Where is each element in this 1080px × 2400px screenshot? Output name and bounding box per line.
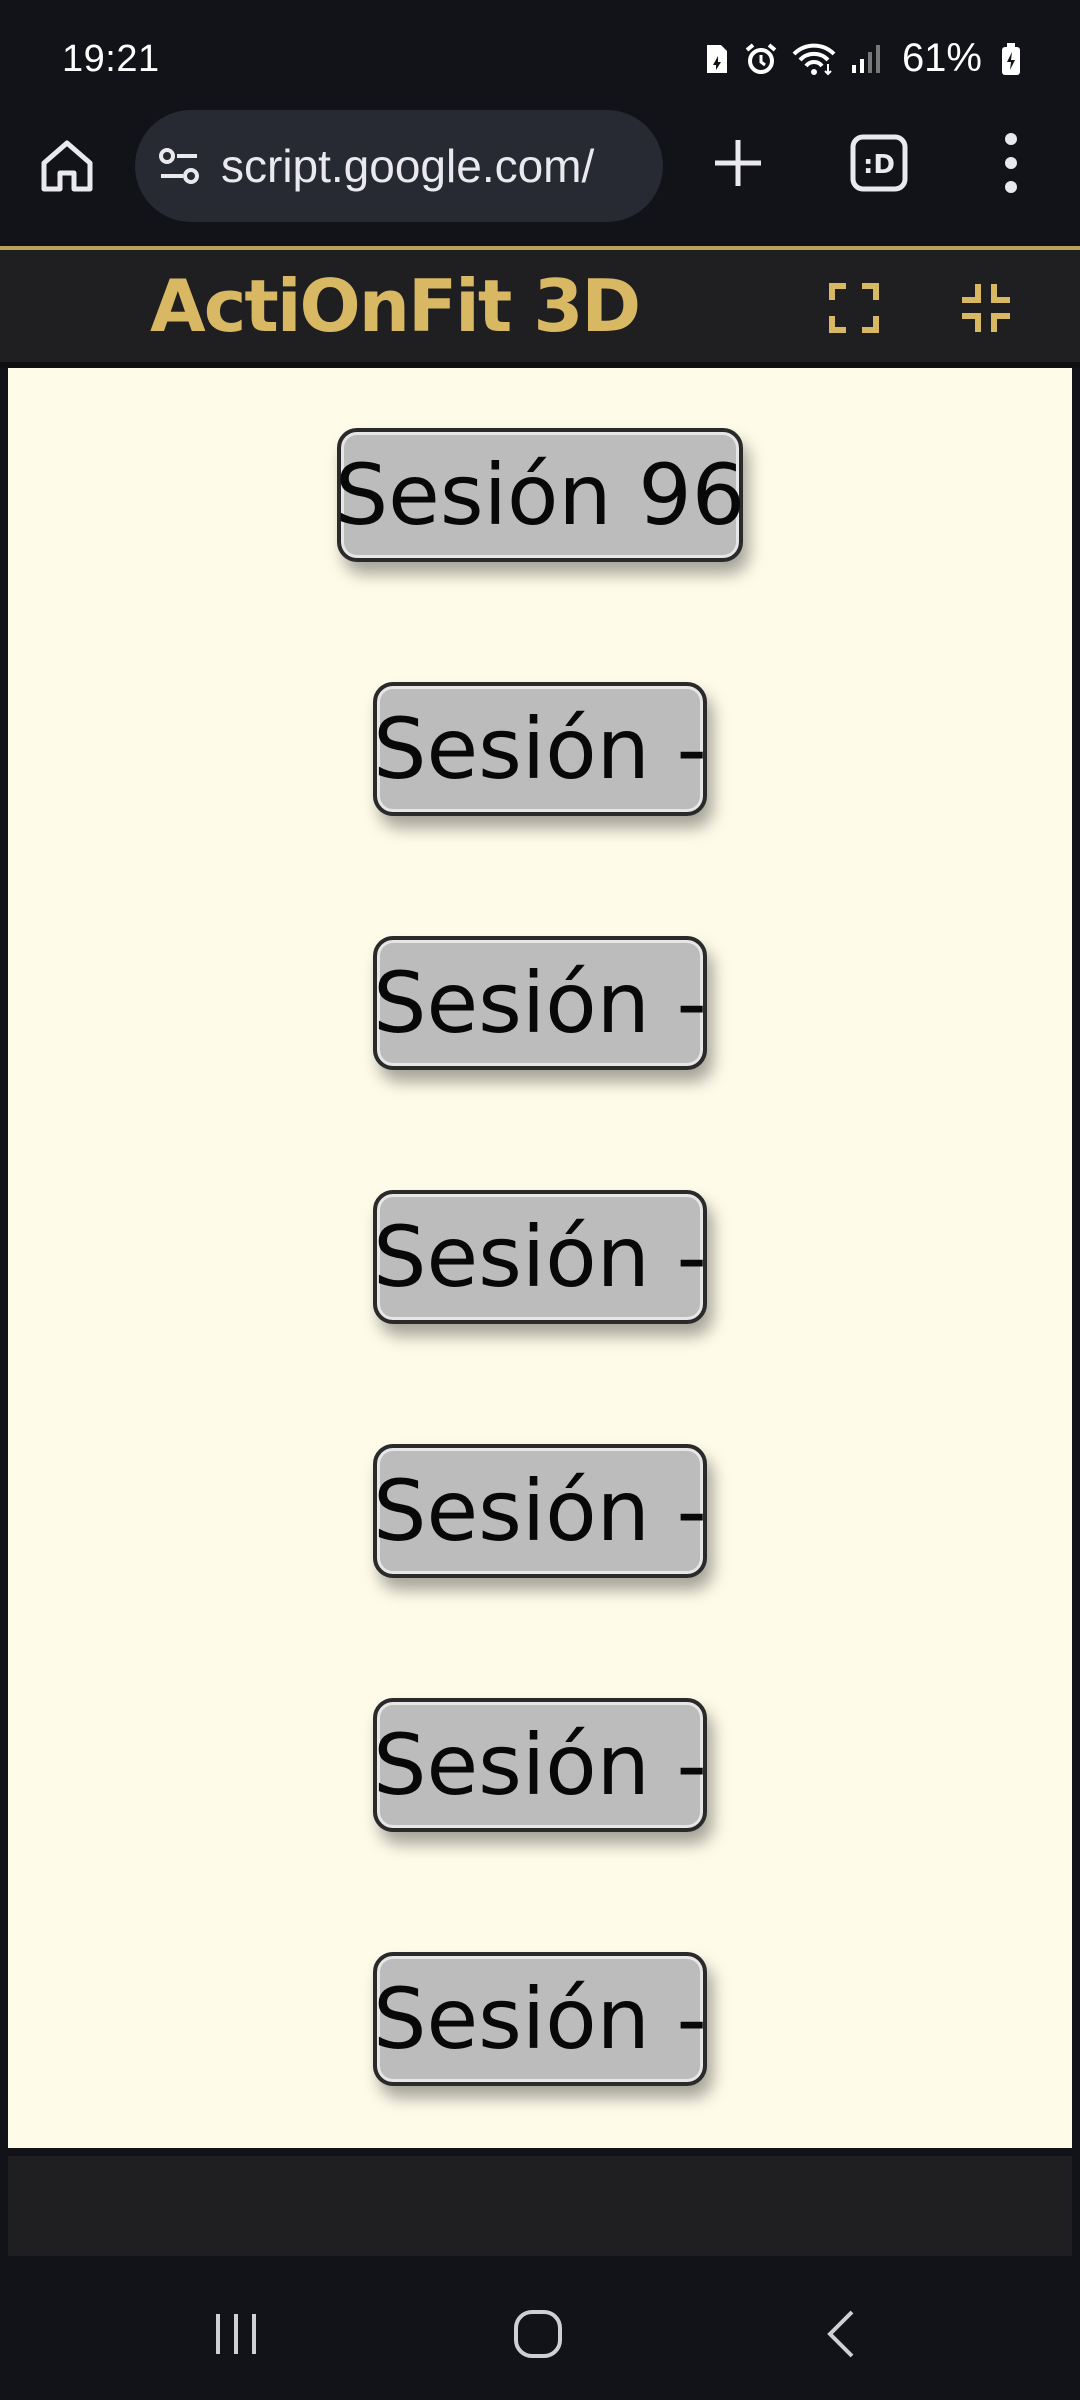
exit-fullscreen-icon <box>962 284 1010 332</box>
status-time: 19:21 <box>62 38 160 80</box>
tabs-icon: :D <box>850 134 908 192</box>
browser-home-button[interactable] <box>36 135 98 197</box>
session-button-5[interactable]: Sesión - <box>373 1444 707 1578</box>
exit-fullscreen-button[interactable] <box>958 280 1014 336</box>
tab-count: :D <box>863 150 895 180</box>
plus-icon <box>715 140 761 186</box>
app-header: ActiOnFit 3D <box>0 250 1080 362</box>
browser-menu-button[interactable] <box>986 130 1036 196</box>
session-button-7[interactable]: Sesión - <box>373 1952 707 2086</box>
back-icon <box>827 2310 854 2358</box>
footer-panel <box>8 2156 1072 2256</box>
site-settings-icon[interactable] <box>157 144 201 188</box>
system-home-button[interactable] <box>508 2304 568 2364</box>
fullscreen-button[interactable] <box>826 280 882 336</box>
session-button-3[interactable]: Sesión - <box>373 936 707 1070</box>
more-menu-icon <box>1005 133 1017 193</box>
home-icon <box>41 140 93 192</box>
sim-icon <box>704 43 730 75</box>
alarm-icon <box>744 42 778 76</box>
signal-icon <box>850 43 882 75</box>
status-bar: 19:21 61% <box>0 0 1080 120</box>
app-title: ActiOnFit 3D <box>150 264 641 348</box>
status-icons: 61% <box>704 36 1022 81</box>
battery-percent: 61% <box>901 36 982 80</box>
browser-toolbar: script.google.com/ :D <box>0 110 1080 246</box>
recents-icon <box>216 2314 256 2354</box>
new-tab-button[interactable] <box>707 132 769 194</box>
session-button-4[interactable]: Sesión - <box>373 1190 707 1324</box>
fullscreen-icon <box>829 283 879 333</box>
url-bar[interactable]: script.google.com/ <box>135 110 663 222</box>
recents-button[interactable] <box>208 2306 264 2362</box>
session-button-1[interactable]: Sesión 96 <box>335 428 745 562</box>
session-list: Sesión 96 Sesión - Sesión - Sesión - Ses… <box>8 368 1072 2148</box>
url-text[interactable]: script.google.com/ <box>221 139 641 193</box>
home-circle-icon <box>514 2310 562 2358</box>
battery-icon <box>1000 42 1022 76</box>
session-button-2[interactable]: Sesión - <box>373 682 707 816</box>
system-nav-bar <box>0 2266 1080 2400</box>
wifi-icon <box>792 42 836 76</box>
back-button[interactable] <box>814 2304 870 2364</box>
session-button-6[interactable]: Sesión - <box>373 1698 707 1832</box>
tab-switcher-button[interactable]: :D <box>848 132 910 194</box>
